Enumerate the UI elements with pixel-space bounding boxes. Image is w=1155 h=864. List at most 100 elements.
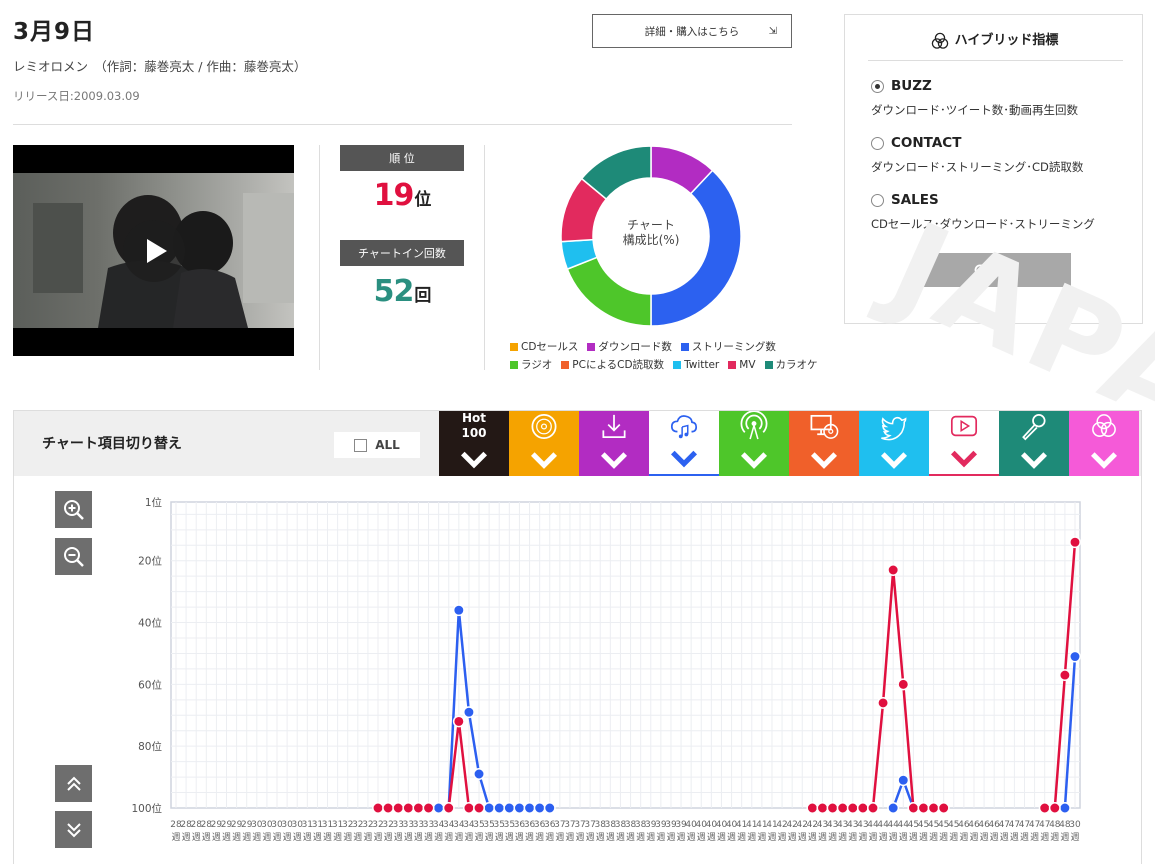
series-point-1[interactable] xyxy=(856,802,869,814)
series-point-0[interactable] xyxy=(533,802,546,814)
series-point-0[interactable] xyxy=(1069,650,1081,663)
x-tick-suffix: 週 xyxy=(212,832,221,843)
x-tick-suffix: 週 xyxy=(323,832,332,843)
x-tick-suffix: 週 xyxy=(353,832,362,843)
series-point-1[interactable] xyxy=(867,802,879,814)
sales-radio[interactable] xyxy=(871,194,884,207)
tab-streaming[interactable] xyxy=(649,411,719,476)
contact-radio[interactable] xyxy=(871,137,884,150)
hot100-label: Hot 100 xyxy=(461,411,486,441)
series-point-1[interactable] xyxy=(907,802,920,814)
series-point-1[interactable] xyxy=(392,802,405,814)
series-point-1[interactable] xyxy=(412,802,425,814)
series-point-1[interactable] xyxy=(897,678,910,691)
radio-icon xyxy=(740,411,768,440)
x-tick-suffix: 週 xyxy=(1070,832,1079,843)
zoom-in-button[interactable] xyxy=(55,491,92,528)
series-point-1[interactable] xyxy=(1048,802,1061,814)
tab-twitter[interactable] xyxy=(859,411,929,476)
song-artist-credit: レミオロメン （作詞：藤巻亮太 / 作曲：藤巻亮太） xyxy=(13,59,307,74)
series-point-0[interactable] xyxy=(452,604,465,617)
series-point-0[interactable] xyxy=(887,802,900,814)
series-point-1[interactable] xyxy=(927,802,940,814)
series-point-1[interactable] xyxy=(887,564,900,576)
series-point-0[interactable] xyxy=(483,802,496,814)
series-point-1[interactable] xyxy=(442,802,455,814)
series-point-1[interactable] xyxy=(372,802,384,814)
series-point-1[interactable] xyxy=(826,802,839,814)
x-tick-suffix: 週 xyxy=(525,832,534,843)
series-point-1[interactable] xyxy=(422,802,435,814)
series-point-0[interactable] xyxy=(513,802,526,814)
x-tick-suffix: 週 xyxy=(576,832,585,843)
series-point-1[interactable] xyxy=(806,802,819,814)
tab-radio[interactable] xyxy=(719,411,789,476)
series-point-1[interactable] xyxy=(382,802,395,814)
scroll-up-button[interactable] xyxy=(55,765,92,802)
series-point-0[interactable] xyxy=(493,802,506,814)
update-button[interactable]: 更新 xyxy=(920,253,1071,287)
series-point-0[interactable] xyxy=(462,706,475,719)
legend-row1-item-1: ダウンロード数 xyxy=(587,339,672,354)
series-point-1[interactable] xyxy=(473,802,485,814)
series-point-1[interactable] xyxy=(836,802,849,814)
tab-mv[interactable] xyxy=(929,411,999,476)
x-tick-suffix: 週 xyxy=(757,832,766,843)
buzz-desc: ダウンロード･ツイート数･動画再生回数 xyxy=(871,103,1078,117)
x-tick-suffix: 週 xyxy=(626,832,635,843)
legend-row2-item-0: ラジオ xyxy=(510,357,552,372)
series-point-1[interactable] xyxy=(1069,536,1081,549)
series-point-1[interactable] xyxy=(402,802,415,814)
series-point-0[interactable] xyxy=(503,802,516,814)
x-tick-suffix: 週 xyxy=(990,832,999,843)
series-point-1[interactable] xyxy=(462,802,475,814)
tab-hybrid[interactable] xyxy=(1069,411,1139,476)
buzz-radio[interactable] xyxy=(871,80,884,93)
series-point-1[interactable] xyxy=(877,696,890,709)
tab-download[interactable] xyxy=(579,411,649,476)
series-point-0[interactable] xyxy=(897,774,910,787)
contact-desc: ダウンロード･ストリーミング･CD読取数 xyxy=(871,160,1084,174)
x-tick-suffix: 週 xyxy=(192,832,201,843)
series-point-1[interactable] xyxy=(1038,802,1051,814)
x-tick-label: 30 xyxy=(1069,820,1081,830)
hot100-label-line2: 100 xyxy=(461,426,487,440)
tab-pc-cd-read[interactable] xyxy=(789,411,859,476)
tab-hot100[interactable]: Hot 100 xyxy=(439,411,509,476)
tab-cd-sales[interactable] xyxy=(509,411,579,476)
zoom-out-button[interactable] xyxy=(55,538,92,575)
release-date: リリース日:2009.03.09 xyxy=(13,89,140,103)
refresh-icon xyxy=(974,264,986,276)
series-point-1[interactable] xyxy=(937,802,950,814)
sales-desc: CDセールス･ダウンロード･ストリーミング xyxy=(871,217,1095,231)
series-point-1[interactable] xyxy=(1058,669,1071,682)
video-thumbnail[interactable] xyxy=(13,145,294,356)
scroll-down-button[interactable] xyxy=(55,811,92,848)
hybrid-divider xyxy=(868,60,1123,61)
tab-karaoke[interactable] xyxy=(999,411,1069,476)
chevron-down-icon xyxy=(740,452,768,469)
x-tick-suffix: 週 xyxy=(454,832,463,843)
series-point-0[interactable] xyxy=(473,768,485,780)
series-point-0[interactable] xyxy=(543,802,556,814)
all-checkbox[interactable]: ALL xyxy=(334,432,420,458)
series-point-0[interactable] xyxy=(432,802,445,814)
series-point-1[interactable] xyxy=(917,802,930,814)
x-tick-suffix: 週 xyxy=(677,832,686,843)
series-point-0[interactable] xyxy=(1058,802,1071,814)
series-point-0[interactable] xyxy=(523,802,536,814)
detail-purchase-button[interactable]: 詳細・購入はこちら ⇲ xyxy=(592,14,792,48)
play-icon[interactable] xyxy=(123,220,185,282)
chevron-down-icon xyxy=(600,452,628,469)
detail-purchase-label: 詳細・購入はこちら xyxy=(644,25,740,38)
x-tick-suffix: 週 xyxy=(717,832,726,843)
series-point-1[interactable] xyxy=(846,802,859,814)
series-point-1[interactable] xyxy=(816,802,829,814)
x-tick-suffix: 週 xyxy=(707,832,716,843)
header-divider xyxy=(13,124,792,125)
all-checkbox-box[interactable] xyxy=(354,438,368,452)
chevron-down-icon xyxy=(880,452,908,469)
series-point-1[interactable] xyxy=(452,715,465,728)
twitter-icon xyxy=(881,416,907,441)
update-label: 更新 xyxy=(991,264,1018,280)
